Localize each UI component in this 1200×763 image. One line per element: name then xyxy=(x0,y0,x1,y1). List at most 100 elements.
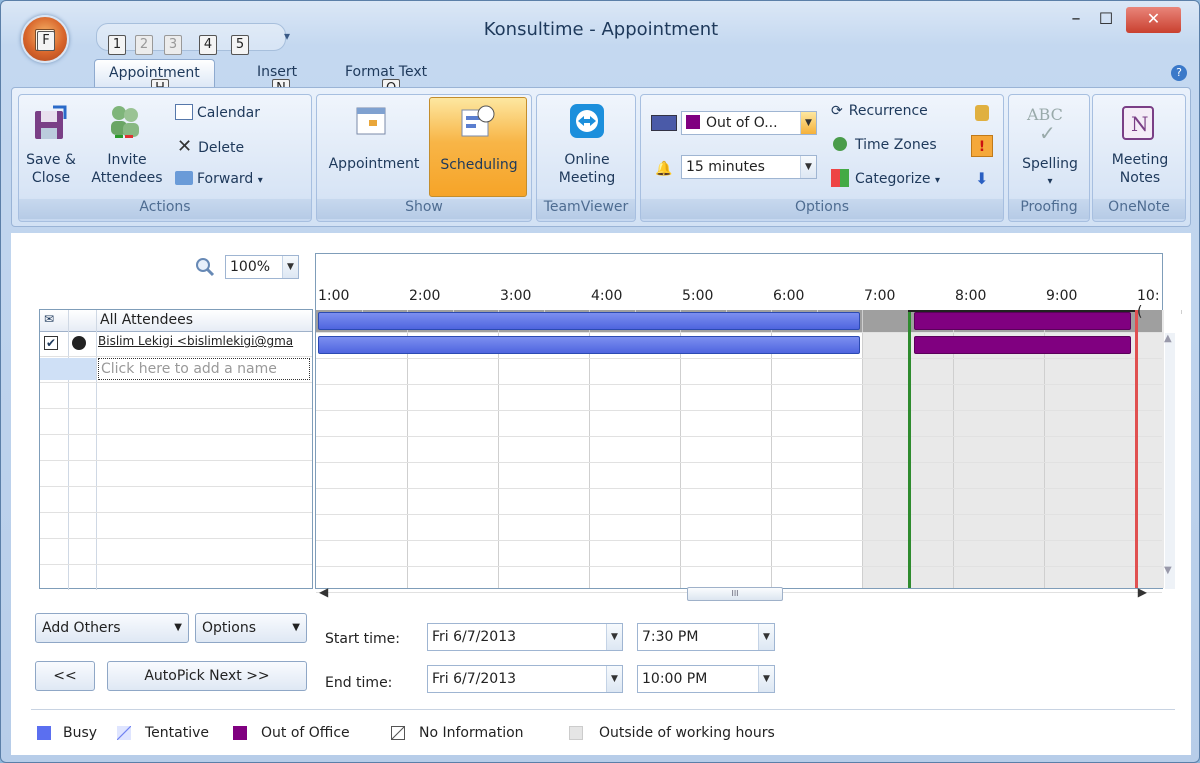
selection-start-marker[interactable] xyxy=(907,310,911,588)
title-bar: F 1 2 3 4 5 ▾ Konsultime - Appointment –… xyxy=(1,1,1199,63)
forward-dropdown-icon: ▾ xyxy=(257,175,263,186)
calendar-button[interactable]: Calendar xyxy=(175,103,260,123)
row-line xyxy=(40,356,312,357)
add-others-button[interactable]: Add Others ▼ xyxy=(35,613,189,643)
close-button[interactable]: ✕ xyxy=(1126,7,1181,33)
show-as-dropdown[interactable]: Out of O... ▼ xyxy=(681,111,817,135)
response-status-icon: ✉ xyxy=(44,312,55,326)
delete-icon: ✕ xyxy=(177,136,193,157)
start-date-dropdown-icon[interactable]: ▼ xyxy=(606,624,622,650)
time-row-line xyxy=(316,358,1162,359)
legend-no-information: No Information xyxy=(419,725,524,741)
scheduling-icon xyxy=(461,105,495,137)
scheduling-view-button[interactable]: Scheduling xyxy=(429,97,527,197)
out-of-office-swatch xyxy=(686,115,700,129)
legend-busy: Busy xyxy=(63,725,98,741)
legend-out-of-office: Out of Office xyxy=(261,725,350,741)
scroll-thumb[interactable]: III xyxy=(687,587,783,601)
outside-hours-swatch xyxy=(569,726,583,740)
zoom-dropdown-arrow[interactable]: ▼ xyxy=(282,256,298,278)
end-time-dropdown-icon[interactable]: ▼ xyxy=(758,666,774,692)
scroll-left-icon[interactable]: ◀ xyxy=(319,585,328,599)
scroll-up-icon[interactable]: ▲ xyxy=(1164,333,1172,344)
forward-button[interactable]: Forward ▾ xyxy=(175,169,263,191)
appointment-window: F 1 2 3 4 5 ▾ Konsultime - Appointment –… xyxy=(0,0,1200,763)
autopick-previous-button[interactable]: << xyxy=(35,661,95,691)
attendee-name[interactable]: Bislim Lekigi <bislimlekigi@gma xyxy=(98,334,310,354)
recurrence-button[interactable]: ⟳ Recurrence xyxy=(831,101,928,121)
all-attendees-label: All Attendees xyxy=(100,312,194,328)
save-close-button[interactable]: Save & Close xyxy=(23,151,79,187)
spelling-button[interactable]: Spelling ▾ xyxy=(1009,155,1091,191)
attendee-list: ✉ All Attendees ✔ Bislim Lekigi <bisliml… xyxy=(39,309,313,590)
vertical-scrollbar[interactable] xyxy=(1165,333,1175,589)
recurrence-label: Recurrence xyxy=(848,103,928,119)
attendee-col-divider-1 xyxy=(68,310,69,590)
end-date-dropdown-icon[interactable]: ▼ xyxy=(606,666,622,692)
attendee-col-divider-2 xyxy=(96,310,97,590)
start-date-field[interactable]: Fri 6/7/2013 ▼ xyxy=(427,623,623,651)
group-options: Out of O... ▼ 🔔 15 minutes ▼ ⟳ Recurrence T… xyxy=(640,94,1004,222)
time-row-line xyxy=(316,566,1162,567)
time-row-line xyxy=(316,410,1162,411)
options-button[interactable]: Options ▼ xyxy=(195,613,307,643)
minimize-button[interactable]: – xyxy=(1061,7,1091,33)
start-date-value: Fri 6/7/2013 xyxy=(432,629,517,645)
zoom-dropdown[interactable]: 100% ▼ xyxy=(225,255,299,279)
help-icon[interactable]: ? xyxy=(1171,65,1187,81)
maximize-button[interactable]: ☐ xyxy=(1091,7,1121,33)
online-meeting-button[interactable]: Online Meeting xyxy=(537,151,637,187)
row-line xyxy=(40,538,312,539)
reminder-bell-icon: 🔔 xyxy=(655,161,673,177)
reminder-dropdown[interactable]: 15 minutes ▼ xyxy=(681,155,817,179)
categorize-button[interactable]: Categorize ▾ xyxy=(831,169,940,191)
forward-icon xyxy=(175,171,193,185)
row-line xyxy=(40,564,312,565)
appointment-view-button[interactable]: Appointment xyxy=(321,155,427,173)
reminder-dropdown-arrow[interactable]: ▼ xyxy=(800,156,816,178)
attendee-checkbox[interactable]: ✔ xyxy=(44,336,58,350)
row-line xyxy=(40,460,312,461)
forward-label: Forward xyxy=(197,171,254,187)
high-importance-icon[interactable]: ! xyxy=(971,135,993,157)
horizontal-scrollbar[interactable]: ◀ III ▶ xyxy=(315,585,1147,603)
options-dropdown-icon: ▼ xyxy=(292,622,300,633)
ribbon-tabs: Appointment Insert Format Text ? xyxy=(1,59,1199,87)
hour-label: 4:00 xyxy=(591,288,623,304)
categorize-label: Categorize xyxy=(855,171,931,187)
calendar-label: Calendar xyxy=(197,105,260,121)
meeting-notes-button[interactable]: Meeting Notes xyxy=(1093,151,1187,187)
row-line xyxy=(40,434,312,435)
legend-tentative: Tentative xyxy=(145,725,210,741)
low-importance-icon[interactable]: ⬇ xyxy=(975,169,988,188)
end-date-value: Fri 6/7/2013 xyxy=(432,671,517,687)
show-as-dropdown-arrow[interactable]: ▼ xyxy=(800,112,816,134)
start-time-field[interactable]: 7:30 PM ▼ xyxy=(637,623,775,651)
start-time-dropdown-icon[interactable]: ▼ xyxy=(758,624,774,650)
time-row-line xyxy=(316,540,1162,541)
add-name-input[interactable]: Click here to add a name xyxy=(98,358,310,380)
time-row-line xyxy=(316,384,1162,385)
end-date-field[interactable]: Fri 6/7/2013 ▼ xyxy=(427,665,623,693)
delete-button[interactable]: ✕ Delete xyxy=(177,137,244,158)
ribbon: Save & Close Invite Attendees Calendar ✕ De… xyxy=(11,87,1191,227)
spelling-dropdown-icon: ▾ xyxy=(1047,176,1053,187)
timeline[interactable]: 1:00 2:00 3:00 4:00 5:00 6:00 7:00 8:00 9:00 10:( xyxy=(315,253,1182,593)
row-line xyxy=(40,382,312,383)
group-show: Appointment Scheduling Show xyxy=(316,94,532,222)
end-time-label: End time: xyxy=(325,675,393,691)
hour-label: 9:00 xyxy=(1046,288,1078,304)
autopick-next-button[interactable]: AutoPick Next >> xyxy=(107,661,307,691)
invite-attendees-button[interactable]: Invite Attendees xyxy=(85,151,169,187)
time-zones-button[interactable]: Time Zones xyxy=(833,135,937,155)
show-as-value: Out of O... xyxy=(706,115,778,131)
scroll-down-icon[interactable]: ▼ xyxy=(1164,565,1172,576)
appointment-icon xyxy=(356,107,386,135)
attendee-type-icon[interactable] xyxy=(72,336,86,350)
selection-end-marker[interactable] xyxy=(1135,310,1138,588)
scroll-right-icon[interactable]: ▶ xyxy=(1138,585,1147,599)
end-time-field[interactable]: 10:00 PM ▼ xyxy=(637,665,775,693)
group-proofing: ABC ✓ Spelling ▾ Proofing xyxy=(1008,94,1090,222)
private-lock-icon[interactable] xyxy=(975,105,989,121)
show-as-icon xyxy=(651,115,677,131)
